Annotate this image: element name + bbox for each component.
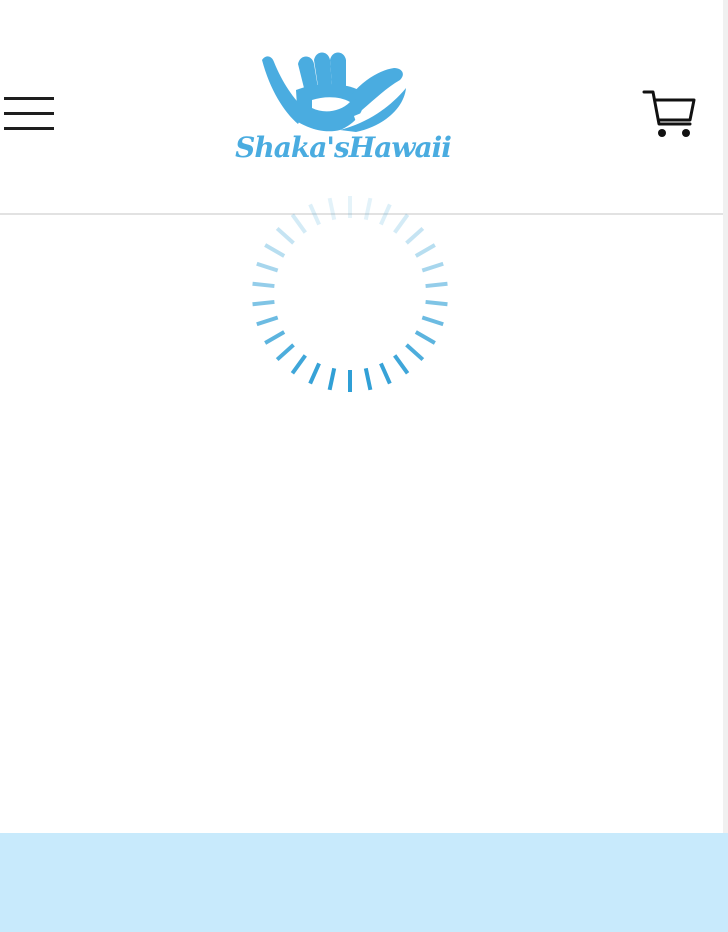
spinner-tick bbox=[308, 362, 321, 385]
spinner-tick bbox=[421, 315, 444, 327]
spinner-tick bbox=[327, 367, 337, 391]
spinner-tick bbox=[379, 203, 392, 226]
shaka-hand-icon bbox=[262, 52, 406, 132]
spinner-tick bbox=[256, 315, 279, 327]
spinner-tick bbox=[414, 330, 436, 345]
spinner-tick bbox=[414, 243, 436, 258]
spinner-tick bbox=[393, 213, 410, 234]
spinner-tick bbox=[264, 243, 286, 258]
spinner-tick bbox=[256, 261, 279, 273]
spinner-tick bbox=[252, 299, 275, 307]
loading-spinner-icon bbox=[252, 196, 448, 392]
spinner-tick bbox=[264, 330, 286, 345]
spinner-tick bbox=[363, 367, 373, 391]
spinner-tick bbox=[290, 213, 307, 234]
spinner-tick bbox=[425, 281, 448, 289]
spinner-tick bbox=[275, 343, 295, 362]
spinner-tick bbox=[308, 203, 321, 226]
cart-button[interactable] bbox=[640, 86, 700, 144]
spinner-tick bbox=[275, 226, 295, 245]
spinner-tick bbox=[421, 261, 444, 273]
scrollbar-edge bbox=[723, 0, 728, 932]
site-logo[interactable]: Shaka'sHawaii bbox=[230, 38, 456, 172]
logo-text: Shaka'sHawaii bbox=[235, 131, 452, 164]
spinner-tick bbox=[379, 362, 392, 385]
spinner-tick bbox=[252, 281, 275, 289]
spinner-tick bbox=[327, 197, 337, 221]
spinner-tick bbox=[405, 226, 425, 245]
spinner-tick bbox=[363, 197, 373, 221]
menu-button[interactable] bbox=[2, 94, 56, 134]
spinner-tick bbox=[290, 354, 307, 375]
spinner-tick bbox=[425, 299, 448, 307]
spinner-tick bbox=[405, 343, 425, 362]
footer-band bbox=[0, 833, 728, 932]
page: Shaka'sHawaii bbox=[0, 0, 728, 932]
site-header: Shaka'sHawaii bbox=[0, 0, 723, 213]
spinner-tick bbox=[393, 354, 410, 375]
shopping-cart-icon bbox=[642, 90, 696, 137]
